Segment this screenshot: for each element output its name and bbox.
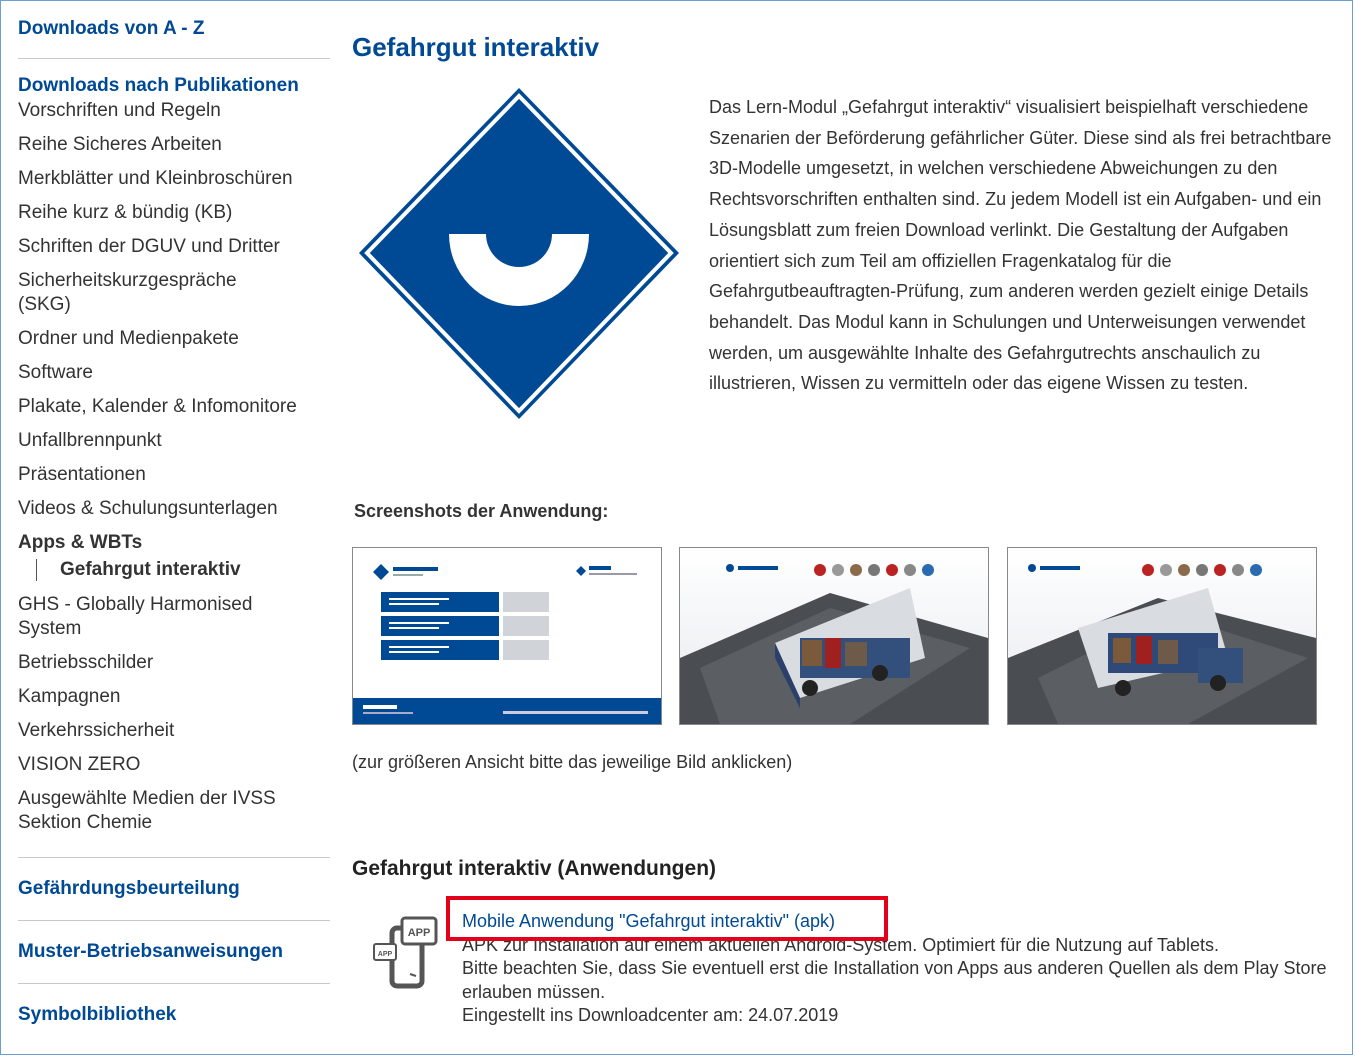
- sidebar-list: Vorschriften und Regeln Reihe Sicheres A…: [18, 99, 330, 835]
- svg-text:APP: APP: [408, 927, 431, 939]
- sidebar-item-merkblaetter[interactable]: Merkblätter und Kleinbroschüren: [18, 167, 330, 191]
- sidebar-item-verkehrssicherheit[interactable]: Verkehrssicherheit: [18, 719, 330, 743]
- divider: [18, 857, 330, 858]
- screenshots-label: Screenshots der Anwendung:: [354, 501, 609, 521]
- sidebar-item-kampagnen[interactable]: Kampagnen: [18, 685, 330, 709]
- sidebar-item-ivss[interactable]: Ausgewählte Medien der IVSS Sektion Chem…: [18, 787, 308, 835]
- sidebar-item-betriebsschilder[interactable]: Betriebsschilder: [18, 651, 330, 675]
- sidebar-item-kurz-buendig[interactable]: Reihe kurz & bündig (KB): [18, 201, 330, 225]
- sidebar-nav: Downloads von A - Z Downloads nach Publi…: [18, 18, 330, 1026]
- sidebar-subnav: Gefahrgut interaktiv: [36, 559, 330, 581]
- sidebar-item-ghs[interactable]: GHS - Globally Harmonised System: [18, 593, 278, 641]
- intro-text: Das Lern-Modul „Gefahrgut interaktiv“ vi…: [709, 97, 1332, 394]
- thumbnail-caption: (zur größeren Ansicht bitte das jeweilig…: [352, 752, 793, 772]
- screenshot-truck-image-2: [1008, 548, 1316, 724]
- sidebar-item-schriften-dguv[interactable]: Schriften der DGUV und Dritter: [18, 235, 330, 259]
- apps-heading: Gefahrgut interaktiv (Anwendungen): [352, 857, 717, 880]
- app-entry: Mobile Anwendung "Gefahrgut interaktiv" …: [462, 910, 1342, 1028]
- sidebar-item-unfallbrennpunkt[interactable]: Unfallbrennpunkt: [18, 429, 330, 453]
- app-install-note: Bitte beachten Sie, dass Sie eventuell e…: [462, 958, 1327, 1002]
- sidebar-subitem-gefahrgut-interaktiv[interactable]: Gefahrgut interaktiv: [60, 559, 330, 581]
- screenshot-thumbnail-1[interactable]: [352, 547, 662, 725]
- svg-text:APP: APP: [378, 951, 393, 958]
- sidebar-link-muster-betriebsanweisungen[interactable]: Muster-Betriebsanweisungen: [18, 941, 330, 963]
- gefahrgut-diamond-logo: [352, 82, 686, 425]
- sidebar-item-sicheres-arbeiten[interactable]: Reihe Sicheres Arbeiten: [18, 133, 330, 157]
- screenshot-truck-image-1: [680, 548, 988, 724]
- divider: [18, 920, 330, 921]
- sidebar-item-praesentationen[interactable]: Präsentationen: [18, 463, 330, 487]
- sidebar-item-vorschriften[interactable]: Vorschriften und Regeln: [18, 99, 330, 123]
- sidebar-item-software[interactable]: Software: [18, 361, 330, 385]
- sidebar-link-downloads-publikationen[interactable]: Downloads nach Publikationen: [18, 75, 330, 97]
- sidebar-item-vision-zero[interactable]: VISION ZERO: [18, 753, 330, 777]
- sidebar-item-plakate[interactable]: Plakate, Kalender & Infomonitore: [18, 395, 330, 419]
- app-download-link[interactable]: Mobile Anwendung "Gefahrgut interaktiv" …: [462, 910, 835, 934]
- app-upload-date: Eingestellt ins Downloadcenter am: 24.07…: [462, 1005, 839, 1025]
- divider: [18, 58, 330, 59]
- divider: [18, 983, 330, 984]
- sidebar-link-downloads-az[interactable]: Downloads von A - Z: [18, 18, 330, 40]
- screenshot-thumbnail-2[interactable]: [679, 547, 989, 725]
- sidebar-item-ordner[interactable]: Ordner und Medienpakete: [18, 327, 330, 351]
- mobile-app-icon: APP APP: [373, 916, 438, 989]
- sidebar-link-symbolbibliothek[interactable]: Symbolbibliothek: [18, 1004, 330, 1026]
- screenshot-thumbnail-3[interactable]: [1007, 547, 1317, 725]
- screenshot-menu-image: [353, 548, 661, 724]
- sidebar-link-gefaehrdungsbeurteilung[interactable]: Gefährdungsbeurteilung: [18, 878, 330, 900]
- app-description: APK zur Installation auf einem aktuellen…: [462, 934, 1220, 955]
- sidebar-item-skg[interactable]: Sicherheitskurzgespräche (SKG): [18, 269, 258, 317]
- sidebar-item-apps-wbts[interactable]: Apps & WBTs: [18, 531, 330, 555]
- sidebar-item-videos[interactable]: Videos & Schulungsunterlagen: [18, 497, 330, 521]
- page-title: Gefahrgut interaktiv: [352, 32, 600, 62]
